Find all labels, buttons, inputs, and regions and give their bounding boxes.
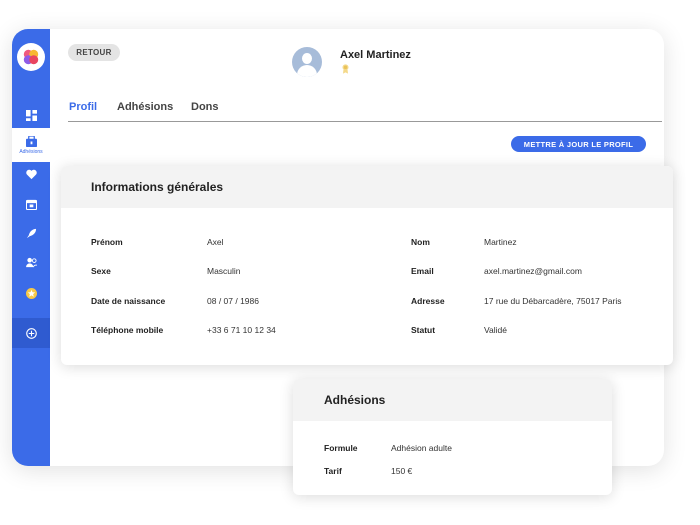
profile-tabs: Profil Adhésions Dons bbox=[68, 101, 662, 122]
sidebar-item-premium[interactable] bbox=[12, 281, 50, 305]
membership-value-formule: Adhésion adulte bbox=[391, 443, 452, 453]
user-name: Axel Martinez bbox=[340, 49, 411, 61]
field-value-birthdate: 08 / 07 / 1986 bbox=[207, 296, 259, 306]
sidebar-item-dashboard[interactable] bbox=[12, 103, 50, 127]
tab-dons[interactable]: Dons bbox=[191, 101, 219, 113]
heart-icon bbox=[25, 169, 37, 179]
memberships-card: Adhésions Formule Adhésion adulte Tarif … bbox=[293, 379, 612, 495]
tab-profil[interactable]: Profil bbox=[69, 101, 97, 113]
membership-icon bbox=[25, 135, 37, 147]
field-label-adresse: Adresse bbox=[411, 296, 445, 306]
users-icon bbox=[25, 257, 37, 267]
sidebar-item-contacts[interactable] bbox=[12, 250, 50, 274]
memberships-title: Adhésions bbox=[293, 379, 612, 421]
logo-icon bbox=[23, 49, 39, 65]
field-label-statut: Statut bbox=[411, 325, 436, 335]
dashboard-icon bbox=[25, 109, 37, 121]
tab-adhesions[interactable]: Adhésions bbox=[117, 101, 173, 113]
field-label-phone: Téléphone mobile bbox=[91, 325, 164, 335]
field-label-birthdate: Date de naissance bbox=[91, 296, 166, 306]
sidebar: Adhésions bbox=[12, 29, 50, 466]
field-value-phone: +33 6 71 10 12 34 bbox=[207, 325, 276, 335]
field-label-sexe: Sexe bbox=[91, 266, 111, 276]
app-logo[interactable] bbox=[17, 43, 45, 71]
field-value-adresse: 17 rue du Débarcadère, 75017 Paris bbox=[484, 296, 622, 306]
field-value-email: axel.martinez@gmail.com bbox=[484, 266, 582, 276]
calendar-icon bbox=[25, 199, 37, 210]
back-button[interactable]: RETOUR bbox=[68, 44, 120, 61]
field-label-nom: Nom bbox=[411, 237, 430, 247]
rocket-icon bbox=[26, 228, 36, 238]
field-label-email: Email bbox=[411, 266, 434, 276]
sidebar-item-label: Adhésions bbox=[19, 148, 43, 155]
sidebar-item-campaigns[interactable] bbox=[12, 221, 50, 245]
member-badge-icon bbox=[342, 64, 349, 74]
field-value-prenom: Axel bbox=[207, 237, 224, 247]
field-value-statut: Validé bbox=[484, 325, 507, 335]
membership-label-formule: Formule bbox=[324, 443, 358, 453]
general-info-card: Informations générales Prénom Axel Sexe … bbox=[61, 166, 673, 365]
general-info-title: Informations générales bbox=[61, 166, 673, 208]
field-label-prenom: Prénom bbox=[91, 237, 123, 247]
avatar-head bbox=[302, 53, 312, 64]
sidebar-item-adhesions[interactable]: Adhésions bbox=[12, 128, 50, 162]
sidebar-add[interactable] bbox=[12, 318, 50, 348]
star-icon bbox=[25, 287, 37, 299]
avatar-body bbox=[297, 65, 317, 77]
sidebar-item-dons[interactable] bbox=[12, 162, 50, 186]
field-value-sexe: Masculin bbox=[207, 266, 241, 276]
membership-label-tarif: Tarif bbox=[324, 466, 342, 476]
membership-value-tarif: 150 € bbox=[391, 466, 413, 476]
field-value-nom: Martinez bbox=[484, 237, 517, 247]
avatar bbox=[292, 47, 322, 77]
plus-circle-icon bbox=[25, 327, 37, 339]
update-profile-button[interactable]: METTRE À JOUR LE PROFIL bbox=[511, 136, 646, 152]
sidebar-item-events[interactable] bbox=[12, 192, 50, 216]
